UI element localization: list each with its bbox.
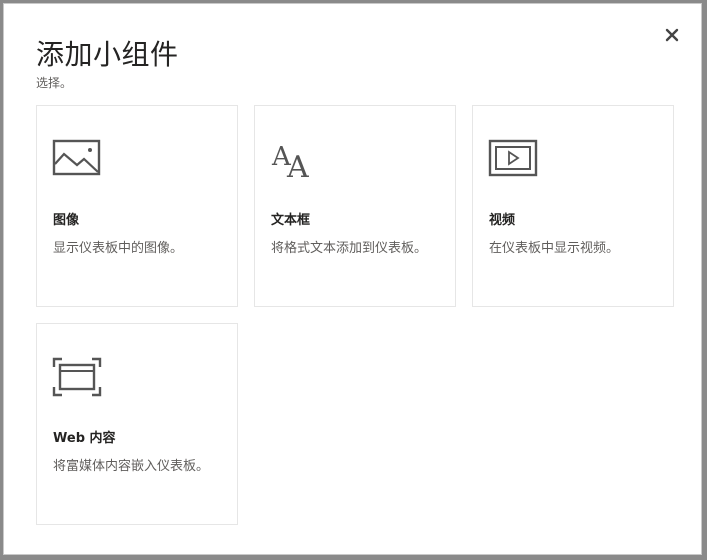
tile-description: 将富媒体内容嵌入仪表板。	[53, 459, 210, 474]
tile-video[interactable]: 视频 在仪表板中显示视频。	[472, 105, 674, 307]
tile-title: Web 内容	[53, 431, 116, 446]
text-icon: A A	[271, 142, 309, 179]
tile-title: 文本框	[271, 213, 311, 228]
dialog-title: 添加小组件	[36, 38, 179, 71]
tile-text-box[interactable]: A A 文本框 将格式文本添加到仪表板。	[254, 105, 456, 307]
tile-description: 在仪表板中显示视频。	[489, 241, 620, 256]
close-button[interactable]	[661, 24, 683, 46]
tile-title: 视频	[489, 213, 516, 228]
tile-description: 显示仪表板中的图像。	[53, 241, 184, 256]
video-icon	[488, 139, 538, 177]
web-content-icon	[52, 357, 102, 397]
tile-image[interactable]: 图像 显示仪表板中的图像。	[36, 105, 238, 307]
svg-text:A: A	[286, 150, 309, 179]
tile-description: 将格式文本添加到仪表板。	[271, 241, 428, 256]
close-icon	[665, 28, 679, 42]
image-icon	[52, 139, 101, 176]
add-tile-dialog: 添加小组件 选择。 图像 显示仪表板中的图像。 A A 文本框 将格式文本添加到…	[3, 3, 702, 555]
tile-web-content[interactable]: Web 内容 将富媒体内容嵌入仪表板。	[36, 323, 238, 525]
tile-title: 图像	[53, 213, 80, 228]
dialog-subtitle: 选择。	[36, 76, 73, 90]
